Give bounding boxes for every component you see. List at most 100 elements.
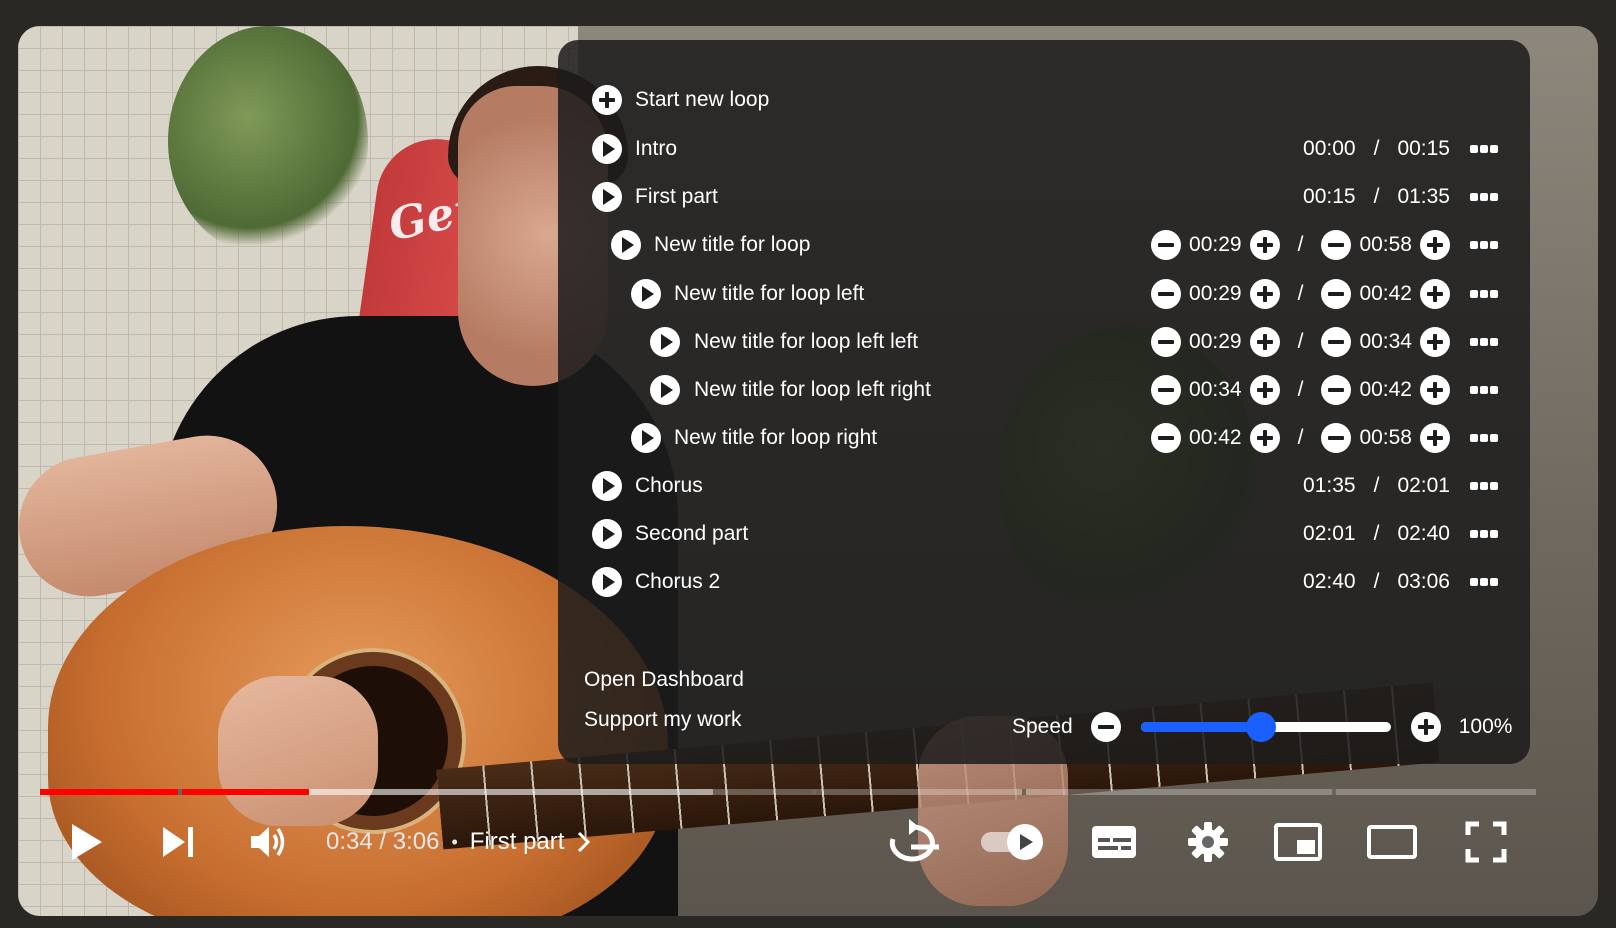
play-loop-icon[interactable] (650, 327, 680, 357)
loop-row[interactable]: First part 00:15 / 01:35 (558, 177, 1530, 217)
increase-end-icon[interactable] (1420, 279, 1450, 309)
loop-title[interactable]: New title for loop left right (694, 378, 931, 402)
loop-start-time: 00:29 (1189, 282, 1242, 305)
more-options-icon[interactable] (1470, 144, 1498, 154)
speed-slider[interactable] (1140, 712, 1391, 742)
increase-speed-icon[interactable] (1410, 712, 1441, 742)
mute-button[interactable] (246, 816, 292, 868)
play-loop-icon[interactable] (592, 519, 622, 549)
increase-end-icon[interactable] (1420, 375, 1450, 405)
loop-row[interactable]: New title for loop left left 00:29 / 00:… (558, 322, 1530, 362)
volume-icon (251, 827, 285, 857)
decrease-end-icon[interactable] (1321, 230, 1352, 260)
more-options-icon[interactable] (1470, 433, 1498, 443)
loop-row[interactable]: New title for loop 00:29 / 00:58 (558, 225, 1530, 265)
decrease-end-icon[interactable] (1321, 327, 1352, 357)
play-loop-icon[interactable] (592, 134, 622, 164)
loop-title[interactable]: New title for loop right (674, 426, 877, 450)
play-button[interactable] (64, 816, 110, 868)
subtitles-button[interactable] (1086, 816, 1142, 868)
chapter-title[interactable]: First part (470, 828, 565, 856)
loop-start-time: 02:40 (1303, 570, 1356, 593)
decrease-speed-icon[interactable] (1090, 712, 1121, 742)
speed-label: Speed (1012, 715, 1073, 738)
loop-button[interactable] (880, 816, 950, 868)
current-time: 0:34 (326, 828, 373, 855)
chevron-right-icon[interactable] (576, 830, 592, 854)
increase-end-icon[interactable] (1420, 230, 1450, 260)
miniplayer-button[interactable] (1270, 816, 1326, 868)
loop-title[interactable]: Chorus 2 (635, 570, 720, 594)
loop-title[interactable]: New title for loop left (674, 282, 864, 306)
loop-row[interactable]: Second part 02:01 / 02:40 (558, 514, 1530, 554)
loop-row[interactable]: New title for loop left right 00:34 / 00… (558, 370, 1530, 410)
theater-mode-button[interactable] (1362, 816, 1422, 868)
loop-title[interactable]: New title for loop left left (694, 330, 918, 354)
progress-bar[interactable] (40, 789, 1536, 795)
fullscreen-button[interactable] (1458, 816, 1514, 868)
speed-slider-handle[interactable] (1245, 712, 1276, 742)
add-circle-icon[interactable] (592, 85, 622, 115)
decrease-start-icon[interactable] (1151, 327, 1182, 357)
increase-end-icon[interactable] (1420, 327, 1450, 357)
speed-value: 100% (1458, 715, 1513, 738)
strumming-hand (218, 676, 378, 826)
loop-row[interactable]: New title for loop right 00:42 / 00:58 (558, 418, 1530, 458)
more-options-icon[interactable] (1470, 385, 1498, 395)
decrease-end-icon[interactable] (1321, 423, 1352, 453)
decrease-start-icon[interactable] (1151, 423, 1182, 453)
loop-row[interactable]: Chorus 01:35 / 02:01 (558, 466, 1530, 506)
play-loop-icon[interactable] (592, 567, 622, 597)
open-dashboard-link[interactable]: Open Dashboard (584, 668, 744, 692)
chapter-divider (812, 789, 816, 795)
play-loop-icon[interactable] (631, 423, 661, 453)
increase-end-icon[interactable] (1420, 423, 1450, 453)
increase-start-icon[interactable] (1249, 375, 1280, 405)
start-new-loop-label[interactable]: Start new loop (635, 88, 769, 112)
support-my-work-link[interactable]: Support my work (584, 708, 742, 732)
settings-button[interactable] (1180, 816, 1236, 868)
more-options-icon[interactable] (1470, 481, 1498, 491)
duration: 3:06 (392, 828, 440, 855)
time-separator: / (1297, 378, 1304, 401)
loop-title[interactable]: Second part (635, 522, 748, 546)
loop-row[interactable]: Chorus 2 02:40 / 03:06 (558, 562, 1530, 602)
loop-title[interactable]: Chorus (635, 474, 703, 498)
chapter-divider (1022, 789, 1026, 795)
loop-row[interactable]: Intro 00:00 / 00:15 (558, 129, 1530, 169)
more-options-icon[interactable] (1470, 337, 1498, 347)
loop-row[interactable]: New title for loop left 00:29 / 00:42 (558, 274, 1530, 314)
time-separator: / (1297, 426, 1304, 449)
next-button[interactable] (156, 816, 202, 868)
play-loop-icon[interactable] (650, 375, 680, 405)
increase-start-icon[interactable] (1249, 327, 1280, 357)
increase-start-icon[interactable] (1249, 423, 1280, 453)
start-new-loop-row[interactable]: Start new loop (558, 80, 1530, 120)
decrease-start-icon[interactable] (1151, 230, 1182, 260)
more-options-icon[interactable] (1470, 289, 1498, 299)
increase-start-icon[interactable] (1249, 279, 1280, 309)
play-loop-icon[interactable] (631, 279, 661, 309)
miniplayer-icon (1274, 823, 1322, 861)
play-loop-icon[interactable] (611, 230, 641, 260)
video-player[interactable]: Genie Start new loop Intro 00:00 / 00:15 (18, 26, 1598, 916)
loop-start-time: 00:42 (1189, 426, 1242, 449)
loop-start-time: 00:15 (1303, 185, 1356, 208)
increase-start-icon[interactable] (1249, 230, 1280, 260)
decrease-end-icon[interactable] (1321, 375, 1352, 405)
play-loop-icon[interactable] (592, 471, 622, 501)
loop-title[interactable]: First part (635, 185, 718, 209)
time-separator: / (1373, 522, 1380, 545)
more-options-icon[interactable] (1470, 529, 1498, 539)
play-loop-icon[interactable] (592, 182, 622, 212)
decrease-start-icon[interactable] (1151, 279, 1182, 309)
more-options-icon[interactable] (1470, 577, 1498, 587)
decrease-start-icon[interactable] (1151, 375, 1182, 405)
loop-title[interactable]: New title for loop (654, 233, 810, 257)
decrease-end-icon[interactable] (1321, 279, 1352, 309)
autoplay-toggle[interactable] (978, 816, 1052, 868)
more-options-icon[interactable] (1470, 192, 1498, 202)
loop-title[interactable]: Intro (635, 137, 677, 161)
loop-time-adjusters: 00:34 / 00:42 (1151, 375, 1450, 405)
more-options-icon[interactable] (1470, 240, 1498, 250)
